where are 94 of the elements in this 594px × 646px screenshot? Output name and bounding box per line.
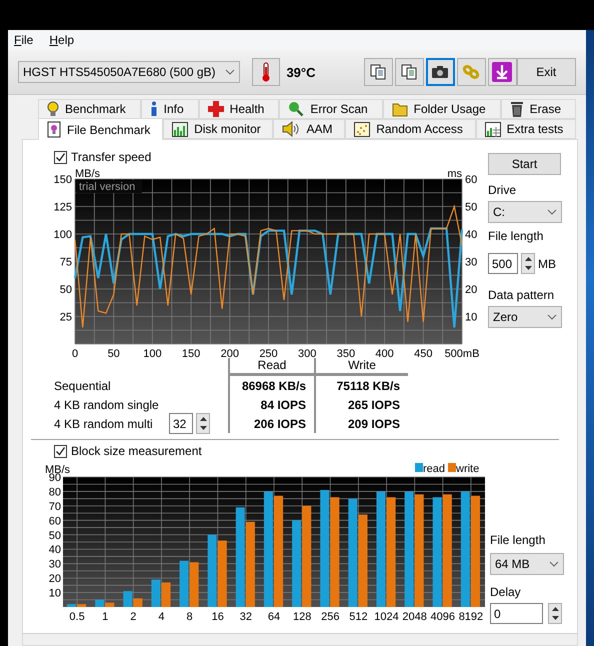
axis-label: 64 xyxy=(268,611,280,623)
drive-select[interactable]: HGST HTS545050A7E680 (500 gB) xyxy=(18,61,240,83)
axis-label: 150 xyxy=(54,174,72,186)
axis-unit: MB/s xyxy=(75,168,100,180)
write-value: 75118 KB/s xyxy=(314,376,408,395)
row-label: Sequential xyxy=(54,378,111,392)
axis-label: 60 xyxy=(48,515,61,528)
delay-label: Delay xyxy=(490,585,522,599)
read-value: 206 IOPS xyxy=(228,414,314,433)
row-label: 4 KB random single xyxy=(54,398,159,412)
axis-label: 70 xyxy=(48,500,61,513)
file-length-select[interactable]: 64 MB xyxy=(490,553,564,575)
axis-label: 200 xyxy=(220,348,239,358)
axis-label: 50 xyxy=(465,202,478,214)
axis-label: 40 xyxy=(465,229,478,241)
unit-label: MB xyxy=(538,256,556,270)
axis-label: 8 xyxy=(186,611,193,623)
axis-label: 20 xyxy=(48,573,61,586)
axis-label: 300 xyxy=(298,348,316,358)
column-header: Read xyxy=(228,358,314,376)
axis-label: 30 xyxy=(465,256,478,268)
tab[interactable]: Disk monitor xyxy=(163,119,274,139)
axis-label: 125 xyxy=(54,202,72,214)
axis-label: 128 xyxy=(292,611,312,623)
file-length-label: File length xyxy=(488,229,544,243)
axis-label: 512 xyxy=(349,611,368,623)
axis-label: 2048 xyxy=(402,611,427,623)
checkbox-label: Transfer speed xyxy=(71,150,152,164)
read-value: 86968 KB/s xyxy=(228,376,314,395)
write-value: 209 IOPS xyxy=(314,414,408,433)
row-label: 4 KB random multi xyxy=(54,416,153,430)
axis-label: 10 xyxy=(465,312,478,324)
read-value: 84 IOPS xyxy=(228,395,314,414)
axis-label: 50 xyxy=(108,348,120,358)
axis-label: 0 xyxy=(72,348,78,358)
axis-label: 1024 xyxy=(374,611,399,623)
write-value: 265 IOPS xyxy=(314,395,408,414)
tab[interactable]: Erase xyxy=(500,99,576,119)
tab[interactable]: Folder Usage xyxy=(382,99,501,119)
axis-label: 60 xyxy=(465,174,478,186)
checkbox-label: Block size measurement xyxy=(71,444,202,458)
axis-label: 0.5 xyxy=(69,611,85,623)
axis-label: 4 xyxy=(158,611,165,623)
start-button[interactable]: Start xyxy=(488,153,561,175)
legend-label: write xyxy=(456,463,480,475)
legend-label: read xyxy=(423,463,446,475)
axis-label: 90 xyxy=(48,472,61,484)
queue-depth-field[interactable]: 32 xyxy=(169,413,193,434)
axis-label: 30 xyxy=(48,558,61,571)
axis-label: 20 xyxy=(465,284,478,296)
tab[interactable]: Error Scan xyxy=(279,99,383,119)
axis-label: 500mB xyxy=(444,348,480,358)
menu-item[interactable]: Help xyxy=(49,33,74,47)
data-pattern-select[interactable]: Zero xyxy=(488,306,562,328)
axis-label: 400 xyxy=(375,348,394,358)
axis-label: 100 xyxy=(54,229,72,241)
axis-label: 450 xyxy=(414,348,432,358)
tab[interactable]: Random Access xyxy=(345,119,476,139)
axis-label: 256 xyxy=(321,611,340,623)
tab[interactable]: Extra tests xyxy=(476,119,576,139)
axis-label: 100 xyxy=(143,348,162,358)
axis-label: 250 xyxy=(259,348,278,358)
axis-label: 350 xyxy=(336,348,356,358)
tab[interactable]: Health xyxy=(198,99,280,119)
axis-label: 50 xyxy=(60,284,72,296)
axis-label: 4096 xyxy=(430,611,456,623)
tab[interactable]: AAM xyxy=(273,119,346,139)
file-length-label: File length xyxy=(490,533,546,547)
axis-label: 32 xyxy=(240,611,252,623)
menu-item[interactable]: File xyxy=(14,33,34,47)
temperature-reading: 39°C xyxy=(286,64,316,80)
data-pattern-label: Data pattern xyxy=(488,288,556,302)
axis-label: 40 xyxy=(48,544,61,556)
tab[interactable]: Benchmark xyxy=(38,99,141,119)
axis-label: 75 xyxy=(60,256,72,268)
axis-label: 8192 xyxy=(458,611,484,623)
axis-label: 1 xyxy=(102,611,108,623)
annotation-text: trial version xyxy=(79,181,136,193)
tab[interactable]: Info xyxy=(140,99,199,119)
axis-label: 50 xyxy=(48,530,61,542)
column-header: Write xyxy=(314,358,408,376)
file-length-field[interactable]: 500 xyxy=(488,253,518,274)
drive-select[interactable]: C: xyxy=(488,201,562,223)
axis-label: 150 xyxy=(182,348,200,358)
axis-label: 80 xyxy=(48,486,61,498)
tab[interactable]: File Benchmark xyxy=(38,118,164,140)
axis-unit: ms xyxy=(447,168,462,180)
axis-label: 2 xyxy=(130,611,136,623)
delay-field[interactable]: 0 xyxy=(490,603,543,624)
drive-label: Drive xyxy=(488,183,518,197)
axis-label: 16 xyxy=(212,611,224,623)
axis-label: 25 xyxy=(60,312,72,324)
exit-button[interactable]: Exit xyxy=(516,58,576,86)
axis-label: 10 xyxy=(48,588,61,600)
